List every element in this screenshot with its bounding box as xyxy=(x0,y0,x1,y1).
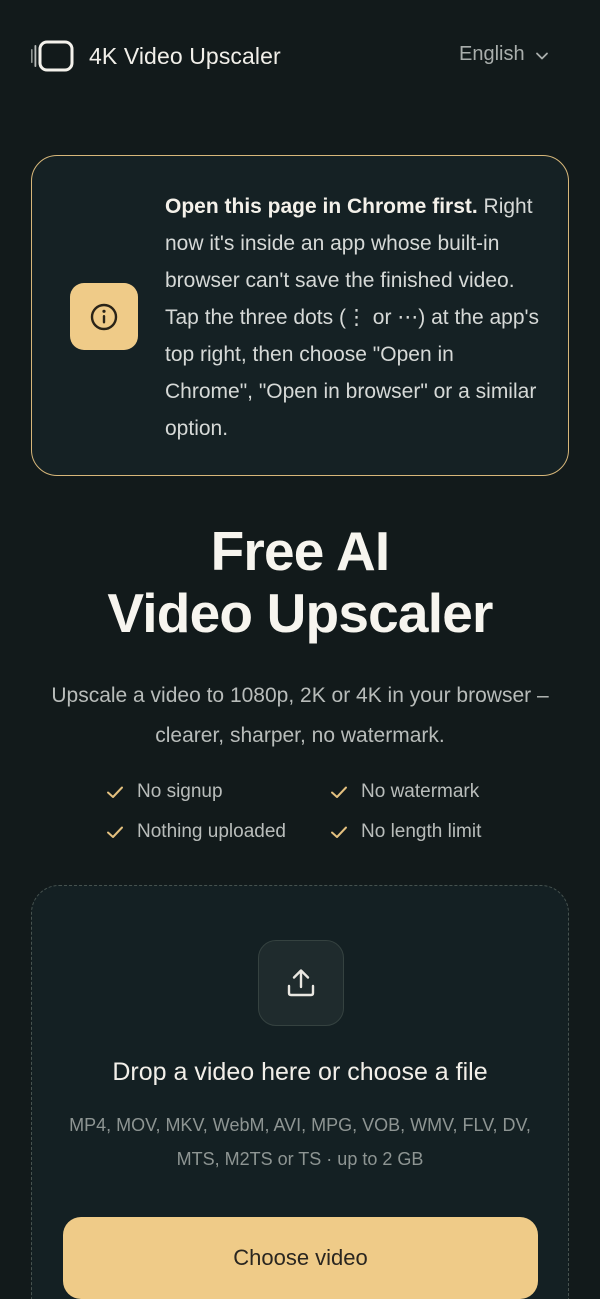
brand-name: 4K Video Upscaler xyxy=(89,43,281,69)
check-icon xyxy=(107,826,123,838)
feature-label: No length limit xyxy=(361,821,482,842)
header: 4K Video Upscaler English xyxy=(0,0,600,110)
logo-icon xyxy=(31,40,74,72)
feature-item: Nothing uploaded xyxy=(105,819,329,845)
open-in-browser-notice: Open this page in Chrome first. Right no… xyxy=(31,155,569,476)
feature-item: No signup xyxy=(105,779,329,805)
page: 4K Video Upscaler English Open this page… xyxy=(0,0,600,1299)
upload-icon xyxy=(287,969,315,997)
title-line-2: Video Upscaler xyxy=(107,582,493,644)
chevron-down-icon xyxy=(535,52,548,60)
info-icon-badge xyxy=(70,283,138,350)
info-icon xyxy=(90,303,118,330)
feature-list: No signup No watermark Nothing uploaded … xyxy=(105,779,525,845)
feature-label: Nothing uploaded xyxy=(137,821,286,842)
upload-icon-box xyxy=(258,940,344,1026)
notice-text: Open this page in Chrome first. Right no… xyxy=(165,188,545,447)
check-icon xyxy=(107,786,123,798)
feature-item: No watermark xyxy=(329,779,525,805)
supported-formats: MP4, MOV, MKV, WebM, AVI, MPG, VOB, WMV,… xyxy=(69,1115,531,1169)
notice-body: Right now it's inside an app whose built… xyxy=(165,195,540,440)
language-selector[interactable]: English xyxy=(459,40,549,68)
feature-label: No watermark xyxy=(361,781,480,802)
feature-label: No signup xyxy=(137,781,223,802)
page-title: Free AI Video Upscaler xyxy=(0,520,600,644)
feature-item: No length limit xyxy=(329,819,525,845)
language-label: English xyxy=(459,42,525,65)
title-line-1: Free AI xyxy=(210,520,391,582)
choose-video-button[interactable]: Choose video xyxy=(63,1217,538,1299)
check-icon xyxy=(331,786,347,798)
check-icon xyxy=(331,826,347,838)
video-drop-zone[interactable]: Drop a video here or choose a file MP4, … xyxy=(31,885,569,1299)
drop-zone-title: Drop a video here or choose a file xyxy=(112,1058,488,1086)
notice-title: Open this page in Chrome first. xyxy=(165,195,478,218)
page-subtitle: Upscale a video to 1080p, 2K or 4K in yo… xyxy=(51,684,549,747)
